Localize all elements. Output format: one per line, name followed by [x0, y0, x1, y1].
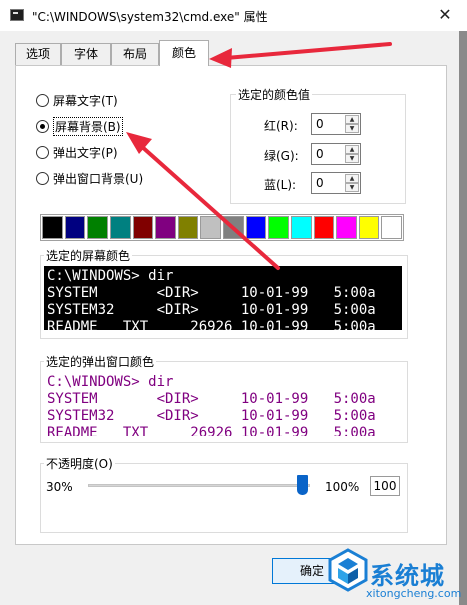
color-swatch[interactable] — [108, 215, 132, 240]
watermark-brand: 系统城 — [370, 562, 445, 590]
preview-line: SYSTEM <DIR> 10-01-99 5:00a — [47, 285, 376, 301]
background-window-strip — [0, 31, 8, 605]
preview-line: C:\WINDOWS> dir — [47, 268, 174, 284]
tab-options[interactable]: 选项 — [15, 43, 61, 65]
radio-indicator[interactable] — [36, 93, 49, 107]
radio-screen-background[interactable]: 屏幕背景(B) — [36, 116, 123, 136]
spin-up-icon[interactable]: ▲ — [345, 145, 359, 154]
opacity-slider-thumb[interactable] — [297, 475, 308, 495]
radio-popup-background[interactable]: 弹出窗口背景(U) — [36, 169, 143, 187]
color-swatch[interactable] — [199, 215, 222, 240]
color-values-label: 选定的颜色值 — [236, 86, 313, 103]
window-title: "C:\WINDOWS\system32\cmd.exe" 属性 — [32, 10, 268, 24]
red-label: 红(R): — [264, 119, 298, 133]
watermark-url: xitongcheng.com — [366, 587, 462, 600]
screen-preview: C:\WINDOWS> dir SYSTEM <DIR> 10-01-99 5:… — [44, 266, 402, 330]
opacity-group — [40, 463, 408, 533]
color-swatch[interactable] — [222, 215, 245, 240]
color-swatch[interactable] — [357, 215, 381, 240]
opacity-slider-track[interactable] — [88, 484, 310, 487]
color-swatch[interactable] — [267, 215, 290, 240]
color-swatch[interactable] — [176, 215, 200, 240]
tab-colors[interactable]: 颜色 — [159, 40, 209, 66]
radio-label: 弹出文字(P) — [53, 145, 118, 160]
radio-popup-text[interactable]: 弹出文字(P) — [36, 143, 118, 161]
red-input[interactable] — [314, 116, 344, 132]
color-swatch[interactable] — [154, 215, 177, 240]
tab-font[interactable]: 字体 — [61, 43, 111, 65]
radio-screen-text[interactable]: 屏幕文字(T) — [36, 91, 118, 109]
radio-label: 屏幕背景(B) — [53, 116, 123, 136]
preview-line: SYSTEM32 <DIR> 10-01-99 5:00a — [47, 408, 376, 424]
background-window-strip — [459, 31, 467, 605]
radio-indicator[interactable] — [36, 119, 49, 133]
radio-label: 屏幕文字(T) — [53, 93, 118, 108]
color-swatch[interactable] — [335, 215, 358, 240]
spin-up-icon[interactable]: ▲ — [345, 174, 359, 183]
preview-line: README TXT 26926 10-01-99 5:00a — [47, 425, 376, 436]
spin-up-icon[interactable]: ▲ — [345, 115, 359, 124]
spin-down-icon[interactable]: ▼ — [345, 154, 359, 163]
blue-spinner[interactable]: ▲ ▼ — [311, 172, 361, 194]
color-swatch[interactable] — [63, 215, 87, 240]
green-label: 绿(G): — [264, 149, 299, 163]
color-swatch[interactable] — [86, 215, 109, 240]
cmd-app-icon — [10, 9, 24, 21]
screen-preview-label: 选定的屏幕颜色 — [44, 247, 133, 264]
color-swatch[interactable] — [131, 215, 155, 240]
popup-preview-label: 选定的弹出窗口颜色 — [44, 353, 157, 370]
color-swatch[interactable] — [41, 215, 64, 240]
opacity-label: 不透明度(O) — [44, 455, 115, 472]
green-spinner[interactable]: ▲ ▼ — [311, 143, 361, 165]
spin-down-icon[interactable]: ▼ — [345, 183, 359, 192]
radio-indicator[interactable] — [36, 171, 49, 185]
radio-label: 弹出窗口背景(U) — [53, 171, 144, 186]
preview-line: SYSTEM32 <DIR> 10-01-99 5:00a — [47, 302, 376, 318]
tab-layout[interactable]: 布局 — [111, 43, 159, 65]
opacity-min-label: 30% — [46, 480, 73, 494]
color-swatch[interactable] — [244, 215, 268, 240]
popup-preview: C:\WINDOWS> dir SYSTEM <DIR> 10-01-99 5:… — [44, 372, 402, 436]
opacity-max-label: 100% — [325, 480, 360, 494]
preview-line: SYSTEM <DIR> 10-01-99 5:00a — [47, 391, 376, 407]
preview-line: C:\WINDOWS> dir — [47, 374, 174, 390]
opacity-value-box[interactable]: 100 — [370, 476, 400, 496]
red-spinner[interactable]: ▲ ▼ — [311, 113, 361, 135]
green-input[interactable] — [314, 146, 344, 162]
close-icon[interactable]: ✕ — [434, 4, 456, 26]
color-swatch[interactable] — [312, 215, 336, 240]
preview-line: README TXT 26926 10-01-99 5:00a — [47, 319, 376, 330]
watermark-logo-icon — [328, 548, 368, 592]
spin-down-icon[interactable]: ▼ — [345, 124, 359, 133]
color-swatch[interactable] — [380, 215, 403, 240]
radio-indicator[interactable] — [36, 145, 49, 159]
color-palette — [40, 214, 404, 241]
blue-label: 蓝(L): — [264, 178, 297, 192]
blue-input[interactable] — [314, 175, 344, 191]
color-swatch[interactable] — [289, 215, 313, 240]
